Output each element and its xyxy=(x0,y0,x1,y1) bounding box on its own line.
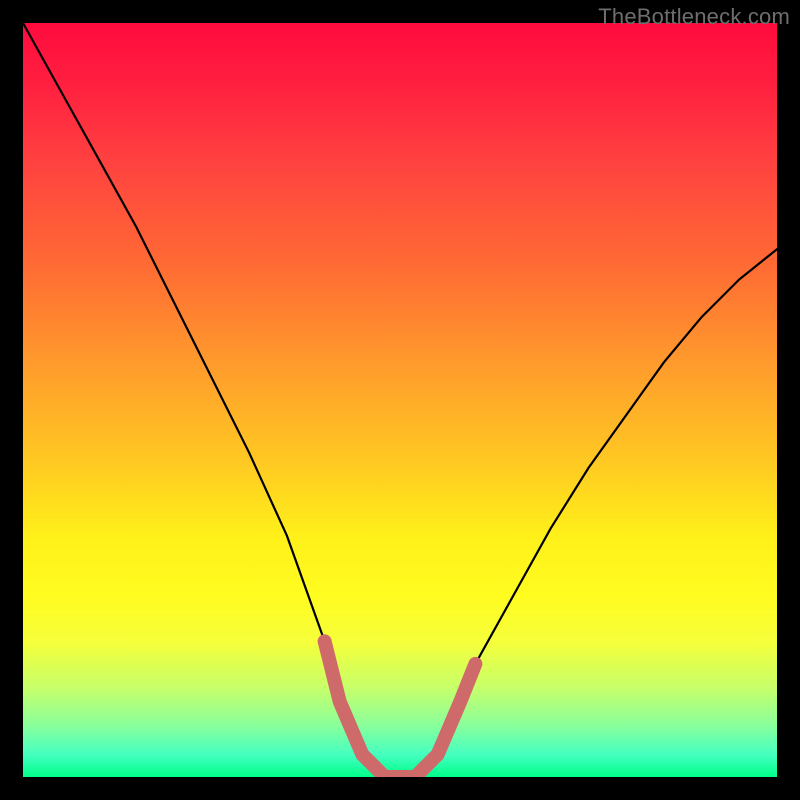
watermark-text: TheBottleneck.com xyxy=(598,4,790,30)
flat-minimum-highlight xyxy=(325,641,476,777)
plot-area xyxy=(23,23,777,777)
curve-layer xyxy=(23,23,777,777)
bottleneck-curve xyxy=(23,23,777,777)
chart-frame: TheBottleneck.com xyxy=(0,0,800,800)
